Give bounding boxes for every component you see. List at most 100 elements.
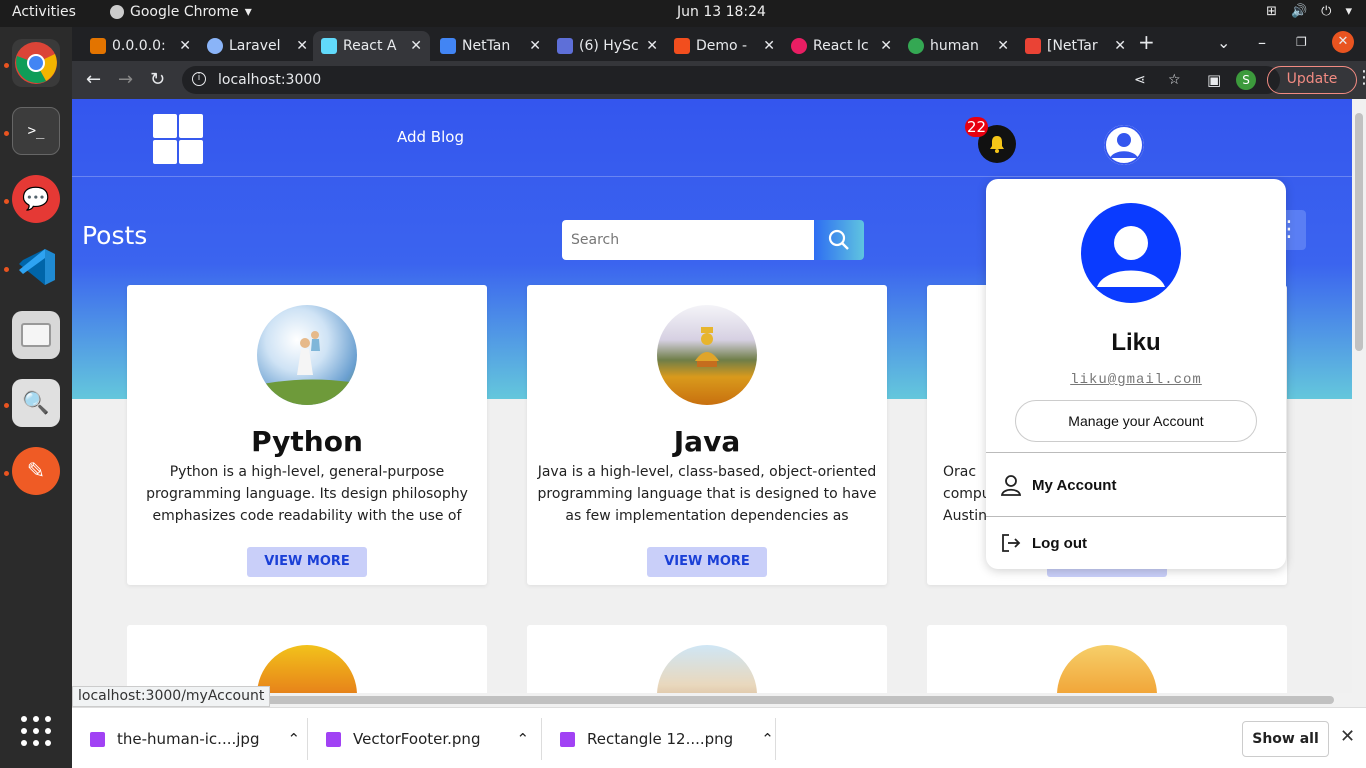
tab-label: 0.0.0.0: — [112, 38, 166, 54]
manage-account-button[interactable]: Manage your Account — [1015, 400, 1257, 442]
dock: >_ 💬 🔍 ✎ — [0, 27, 72, 768]
post-description: Python is a high-level, general-purpose … — [146, 464, 468, 524]
activities-button[interactable]: Activities — [12, 4, 76, 20]
post-card — [127, 625, 487, 693]
chevron-up-icon[interactable]: ⌃ — [516, 730, 529, 748]
search-button[interactable] — [814, 220, 864, 260]
share-icon[interactable]: ⋖ — [1134, 66, 1146, 94]
chrome-dock-icon[interactable] — [12, 39, 60, 87]
system-tray[interactable]: ⊞ 🔊 ⏻ ▾ — [1266, 4, 1352, 19]
tab-7[interactable]: human ✕ — [900, 31, 1017, 61]
search-icon — [828, 229, 849, 250]
close-icon[interactable]: ✕ — [997, 38, 1009, 54]
logo-grid-icon[interactable] — [153, 114, 203, 164]
vscode-dock-icon[interactable] — [12, 243, 60, 291]
download-filename: VectorFooter.png — [353, 730, 481, 748]
account-dropdown: Liku liku@gmail.com Manage your Account … — [986, 179, 1286, 569]
tab-3[interactable]: NetTan ✕ — [432, 31, 549, 61]
chevron-up-icon[interactable]: ⌃ — [287, 730, 300, 748]
clock[interactable]: Jun 13 18:24 — [677, 4, 766, 20]
close-icon[interactable]: ✕ — [1340, 726, 1355, 747]
terminal-dock-icon[interactable]: >_ — [12, 107, 60, 155]
update-button[interactable]: Update — [1267, 66, 1357, 94]
view-more-button[interactable]: VIEW MORE — [647, 547, 767, 577]
account-name: Liku — [1111, 329, 1161, 356]
close-icon[interactable]: ✕ — [296, 38, 308, 54]
bookmark-star-icon[interactable]: ☆ — [1168, 66, 1181, 94]
system-top-bar: Activities Google Chrome ▾ Jun 13 18:24 … — [0, 0, 1366, 27]
vertical-scrollbar[interactable] — [1352, 99, 1366, 693]
download-item[interactable]: Rectangle 12....png ⌃ — [542, 718, 776, 760]
close-icon[interactable]: ✕ — [410, 38, 422, 54]
tab-favicon-icon — [207, 38, 223, 54]
image-viewer-dock-icon[interactable]: 🔍 — [12, 379, 60, 427]
tab-favicon-icon — [674, 38, 690, 54]
account-email-link[interactable]: liku@gmail.com — [986, 372, 1286, 388]
image-file-icon — [326, 731, 341, 747]
close-icon[interactable]: ✕ — [880, 38, 892, 54]
tab-favicon-icon — [557, 38, 573, 54]
logout-menu-item[interactable]: Log out — [986, 523, 1286, 563]
files-dock-icon[interactable] — [12, 311, 60, 359]
show-all-button[interactable]: Show all — [1242, 721, 1329, 757]
maximize-icon[interactable]: ❐ — [1296, 35, 1307, 49]
search-input[interactable]: Search — [562, 220, 814, 260]
tab-favicon-icon — [1025, 38, 1041, 54]
tab-6[interactable]: React Ic ✕ — [783, 31, 900, 61]
tab-favicon-icon — [908, 38, 924, 54]
chrome-menu-icon[interactable]: ⋮ — [1355, 67, 1366, 88]
tab-label: NetTan — [462, 38, 511, 54]
web-viewport: Add Blog 22 Posts Search ⋮ Python Python… — [72, 99, 1352, 693]
user-avatar-icon[interactable] — [1104, 125, 1144, 165]
volume-icon: 🔊 — [1290, 4, 1308, 19]
close-icon[interactable]: ✕ — [646, 38, 658, 54]
download-shelf: the-human-ic....jpg ⌃ VectorFooter.png ⌃… — [72, 707, 1366, 768]
profile-avatar[interactable]: S — [1236, 70, 1256, 90]
tab-8[interactable]: [NetTar ✕ — [1017, 31, 1134, 61]
tab-1[interactable]: Laravel ✕ — [199, 31, 316, 61]
scrollbar-thumb[interactable] — [1355, 113, 1363, 351]
back-icon[interactable]: ← — [86, 69, 101, 90]
show-apps-icon[interactable] — [12, 707, 60, 755]
app-menu-label: Google Chrome — [130, 4, 239, 20]
tab-search-icon[interactable]: ⌄ — [1217, 33, 1230, 52]
page-title: Posts — [82, 221, 148, 250]
nav-add-blog-link[interactable]: Add Blog — [397, 128, 464, 146]
update-label: Update — [1286, 71, 1338, 87]
post-card: Java Java is a high-level, class-based, … — [527, 285, 887, 585]
tab-favicon-icon — [791, 38, 807, 54]
view-more-button[interactable]: VIEW MORE — [247, 547, 367, 577]
tab-label: React Ic — [813, 38, 869, 54]
close-icon[interactable]: ✕ — [763, 38, 775, 54]
account-avatar-icon — [1081, 203, 1181, 303]
tab-2[interactable]: React A ✕ — [313, 31, 430, 61]
postman-dock-icon[interactable]: ✎ — [12, 447, 60, 495]
post-card — [527, 625, 887, 693]
side-panel-icon[interactable]: ▣ — [1207, 71, 1221, 89]
post-title: Python — [251, 425, 363, 458]
chrome-tab-strip: 0.0.0.0: ✕ Laravel ✕ React A ✕ NetTan ✕ (6) … — [72, 27, 1366, 61]
download-item[interactable]: the-human-ic....jpg ⌃ — [72, 718, 308, 760]
my-account-menu-item[interactable]: My Account — [986, 465, 1286, 505]
close-icon[interactable]: ✕ — [179, 38, 191, 54]
tab-label: React A — [343, 38, 397, 54]
header-divider — [72, 176, 1352, 177]
reload-icon[interactable]: ↻ — [150, 69, 165, 90]
close-window-icon[interactable]: ✕ — [1332, 31, 1354, 53]
my-account-label: My Account — [1032, 476, 1117, 494]
close-icon[interactable]: ✕ — [529, 38, 541, 54]
download-filename: the-human-ic....jpg — [117, 730, 260, 748]
tab-5[interactable]: Demo - ✕ — [666, 31, 783, 61]
app-menu[interactable]: Google Chrome ▾ — [110, 4, 252, 20]
tab-0[interactable]: 0.0.0.0: ✕ — [82, 31, 199, 61]
close-icon[interactable]: ✕ — [1114, 38, 1126, 54]
address-bar[interactable]: i localhost:3000 ⋖ ☆ — [182, 66, 1280, 94]
chat-dock-icon[interactable]: 💬 — [12, 175, 60, 223]
tab-favicon-icon — [90, 38, 106, 54]
chevron-up-icon[interactable]: ⌃ — [761, 730, 774, 748]
minimize-icon[interactable]: – — [1258, 33, 1266, 52]
download-item[interactable]: VectorFooter.png ⌃ — [308, 718, 542, 760]
tab-4[interactable]: (6) HySc ✕ — [549, 31, 666, 61]
new-tab-icon[interactable]: + — [1138, 30, 1155, 54]
forward-icon[interactable]: → — [118, 69, 133, 90]
